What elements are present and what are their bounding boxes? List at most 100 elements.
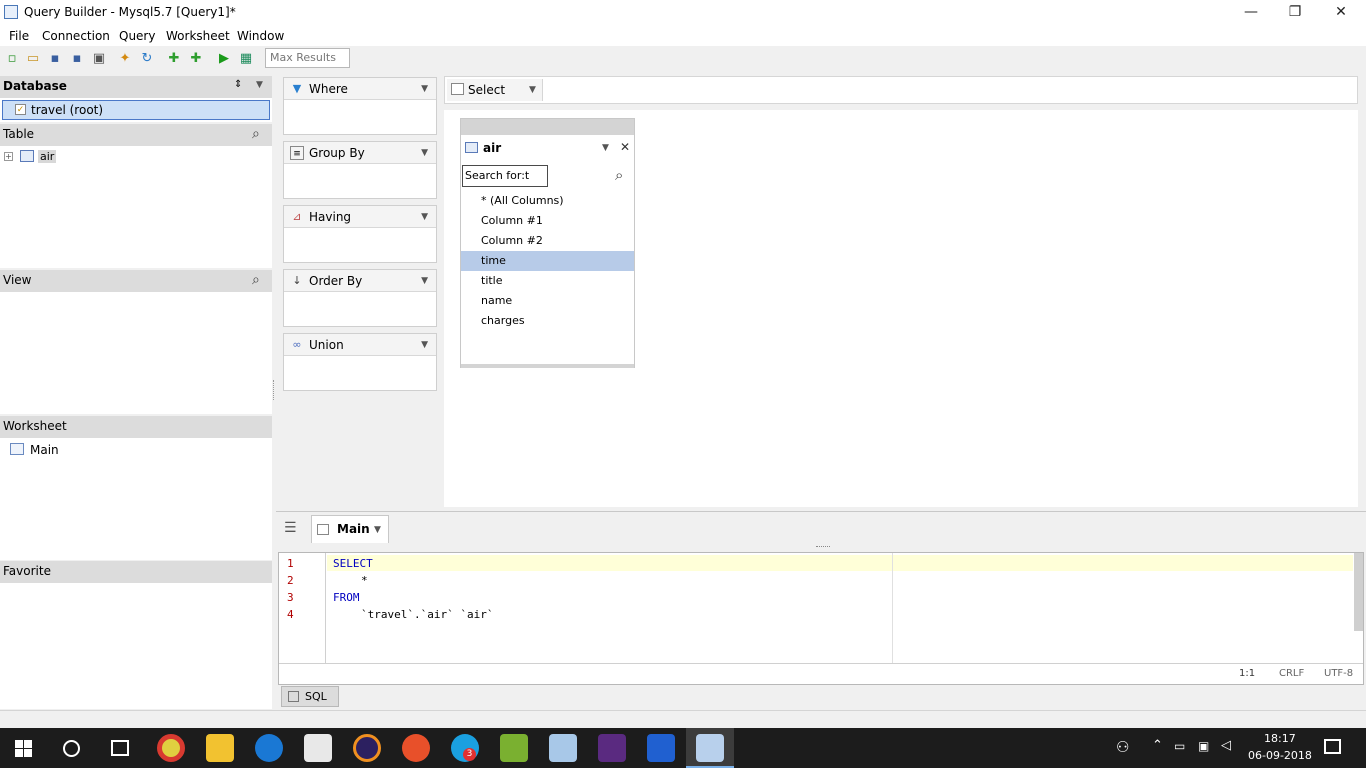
where-dropdown-icon[interactable]: ▼ <box>421 84 428 94</box>
people-icon[interactable]: ⚇ <box>1116 738 1129 756</box>
clock-date[interactable]: 06-09-2018 <box>1248 749 1312 762</box>
group-by-clause-panel[interactable]: ≡ Group By ▼ <box>283 141 437 199</box>
worksheet-item-main[interactable]: Main <box>30 443 59 457</box>
table-box-drag-handle[interactable] <box>461 119 634 135</box>
table-item-air[interactable]: air <box>38 150 57 163</box>
column-item[interactable]: charges <box>461 311 634 331</box>
column-item[interactable]: Column #1 <box>461 211 634 231</box>
tray-chevron-icon[interactable]: ⌃ <box>1152 738 1163 753</box>
view-search-icon[interactable]: ⌕ <box>252 272 260 288</box>
where-clause-panel[interactable]: ▼ Where ▼ <box>283 77 437 135</box>
save-as-icon[interactable]: ▪ <box>69 51 85 67</box>
eclipse-icon[interactable] <box>353 734 381 762</box>
column-item-selected[interactable]: time <box>461 251 634 271</box>
execute-icon[interactable]: ▦ <box>238 51 254 67</box>
restore-button[interactable]: ❐ <box>1272 0 1318 26</box>
table-box-footer <box>461 364 634 368</box>
max-results-input[interactable]: Max Results <box>265 48 350 68</box>
select-tab[interactable]: Select ▼ <box>447 79 543 101</box>
menu-window[interactable]: Window <box>237 29 284 43</box>
menu-worksheet[interactable]: Worksheet <box>166 29 230 43</box>
union-dropdown-icon[interactable]: ▼ <box>421 340 428 350</box>
skype-badge: 3 <box>463 748 476 761</box>
add-table-icon[interactable]: ✚ <box>188 51 204 67</box>
notification-icon[interactable] <box>1324 739 1341 754</box>
open-folder-icon[interactable]: ▭ <box>25 51 41 67</box>
resize-grip[interactable] <box>816 546 830 549</box>
chevron-down-icon[interactable]: ▼ <box>256 80 263 90</box>
checkbox-icon[interactable]: ✓ <box>15 104 26 115</box>
select-dropdown-icon[interactable]: ▼ <box>529 85 536 95</box>
column-search-icon[interactable]: ⌕ <box>615 166 623 184</box>
run-icon[interactable]: ▶ <box>216 51 232 67</box>
network-icon[interactable]: ▣ <box>1198 739 1209 753</box>
connect-icon[interactable]: ✦ <box>117 51 133 67</box>
group-by-dropdown-icon[interactable]: ▼ <box>421 148 428 158</box>
column-item[interactable]: * (All Columns) <box>461 191 634 211</box>
main-tab-label: Main <box>337 522 370 536</box>
chart-app-icon[interactable] <box>500 734 528 762</box>
query-builder-app-icon[interactable] <box>696 734 724 762</box>
group-by-label: Group By <box>309 146 365 160</box>
having-clause-panel[interactable]: ⊿ Having ▼ <box>283 205 437 263</box>
tool-app-icon[interactable] <box>402 734 430 762</box>
chrome-icon[interactable] <box>157 734 185 762</box>
file-explorer-icon[interactable] <box>206 734 234 762</box>
database-item-label: travel (root) <box>31 103 104 117</box>
menu-file[interactable]: File <box>9 29 29 43</box>
table-box-air[interactable]: air ▼ ✕ Search for:t ⌕ * (All Columns) C… <box>460 118 635 368</box>
column-item[interactable]: title <box>461 271 634 291</box>
database-list: ✓ travel (root) <box>0 98 272 122</box>
table-box-menu-icon[interactable]: ▼ <box>602 143 609 153</box>
close-button[interactable]: ✕ <box>1318 0 1364 26</box>
worksheet-panel-header: Worksheet <box>0 416 272 438</box>
sort-arrows-icon[interactable]: ⇕ <box>234 79 242 90</box>
database-item[interactable]: ✓ travel (root) <box>2 100 270 120</box>
close-file-icon[interactable]: ▣ <box>91 51 107 67</box>
dbeaver-icon[interactable] <box>598 734 626 762</box>
search-icon[interactable]: ⌕ <box>252 126 260 142</box>
add-icon[interactable]: ✚ <box>166 51 182 67</box>
having-label: Having <box>309 210 352 224</box>
jetbrains-icon[interactable] <box>647 734 675 762</box>
sql-tab-label: SQL <box>305 690 327 703</box>
select-bar: Select ▼ <box>444 76 1358 104</box>
edge-icon[interactable] <box>255 734 283 762</box>
clock-time[interactable]: 18:17 <box>1264 732 1296 745</box>
having-dropdown-icon[interactable]: ▼ <box>421 212 428 222</box>
favorite-panel-header: Favorite <box>0 561 272 583</box>
store-icon[interactable] <box>304 734 332 762</box>
notebook-app-icon[interactable] <box>549 734 577 762</box>
save-icon[interactable]: ▪ <box>47 51 63 67</box>
refresh-icon[interactable]: ↻ <box>139 51 155 67</box>
line-ending: CRLF <box>1279 668 1305 679</box>
sql-tab[interactable]: SQL <box>281 686 339 707</box>
minimize-button[interactable]: — <box>1228 0 1274 26</box>
active-app-slot[interactable] <box>686 728 734 768</box>
column-item[interactable]: Column #2 <box>461 231 634 251</box>
table-box-close-icon[interactable]: ✕ <box>620 140 630 154</box>
union-clause-panel[interactable]: ∞ Union ▼ <box>283 333 437 391</box>
search-circle-icon[interactable] <box>63 740 80 757</box>
main-sheet-tab[interactable]: Main ▼ <box>311 515 389 543</box>
battery-icon[interactable]: ▭ <box>1174 739 1185 753</box>
hamburger-icon[interactable]: ☰ <box>284 520 297 536</box>
column-item[interactable]: name <box>461 291 634 311</box>
volume-icon[interactable]: ◁ <box>1221 738 1231 753</box>
main-tab-dropdown-icon[interactable]: ▼ <box>374 525 381 535</box>
expand-icon[interactable]: + <box>4 152 13 161</box>
menu-query[interactable]: Query <box>119 29 155 43</box>
menu-connection[interactable]: Connection <box>42 29 110 43</box>
editor-status-bar: 1:1 CRLF UTF-8 <box>279 663 1363 684</box>
sql-editor[interactable]: 1 2 3 4 SELECT * FROM `travel`.`air` `ai… <box>278 552 1364 685</box>
task-view-icon[interactable] <box>111 740 129 756</box>
windows-start-icon[interactable] <box>15 740 32 757</box>
order-by-dropdown-icon[interactable]: ▼ <box>421 276 428 286</box>
order-by-clause-panel[interactable]: ↓ Order By ▼ <box>283 269 437 327</box>
new-icon[interactable]: ▫ <box>4 51 20 67</box>
app-icon <box>4 5 18 19</box>
editor-scrollbar[interactable] <box>1354 553 1363 631</box>
splitter-handle[interactable] <box>273 380 275 400</box>
code-line-from: FROM <box>333 591 360 604</box>
column-search-input[interactable]: Search for:t <box>462 165 548 187</box>
